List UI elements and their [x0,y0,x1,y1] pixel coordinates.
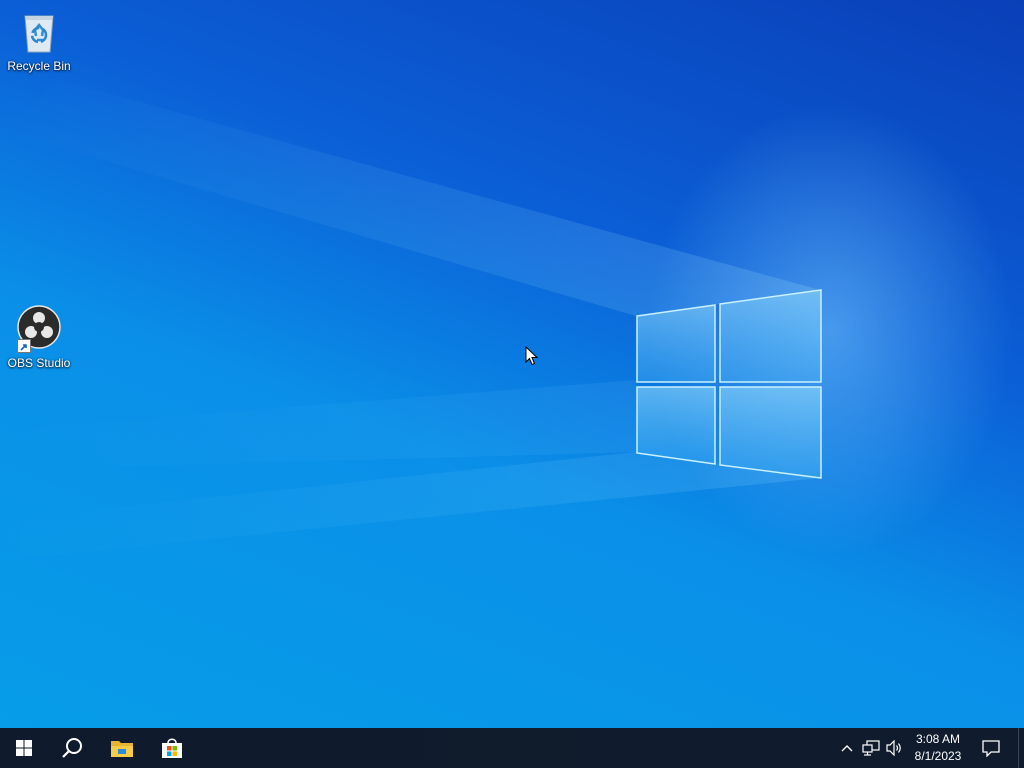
shortcut-arrow-icon [17,339,31,353]
wallpaper-art [0,80,822,560]
search-icon [62,738,82,758]
start-button[interactable] [0,728,48,768]
chevron-up-icon [841,745,853,752]
taskbar-microsoft-store[interactable] [148,728,196,768]
taskbar-file-explorer[interactable] [98,728,146,768]
microsoft-store-icon [162,738,182,758]
mouse-cursor-icon [525,346,539,366]
network-icon [862,740,880,756]
show-hidden-icons-button[interactable] [836,728,858,768]
search-button[interactable] [48,728,96,768]
taskbar-clock[interactable]: 3:08 AM 8/1/2023 [906,728,970,768]
file-explorer-icon [111,741,133,757]
clock-time: 3:08 AM [915,732,961,746]
desktop-icon-obs-studio[interactable]: OBS Studio [1,305,77,370]
desktop[interactable]: Recycle Bin OBS Studio [0,0,1024,728]
show-desktop-button[interactable] [1018,728,1024,768]
volume-button[interactable] [884,728,906,768]
clock-date: 8/1/2023 [914,749,962,763]
volume-icon [886,740,901,756]
desktop-icon-label: OBS Studio [7,356,71,370]
desktop-icon-label: Recycle Bin [7,59,71,73]
windows-logo-icon [16,740,32,756]
recycle-bin-icon [15,8,63,56]
network-button[interactable] [860,728,882,768]
action-center-button[interactable] [976,728,1006,768]
taskbar: 3:08 AM 8/1/2023 [0,728,1024,768]
desktop-icon-recycle-bin[interactable]: Recycle Bin [1,8,77,73]
windows-logo-wallpaper [636,289,822,479]
notification-icon [982,740,1000,757]
obs-studio-icon [15,305,63,353]
